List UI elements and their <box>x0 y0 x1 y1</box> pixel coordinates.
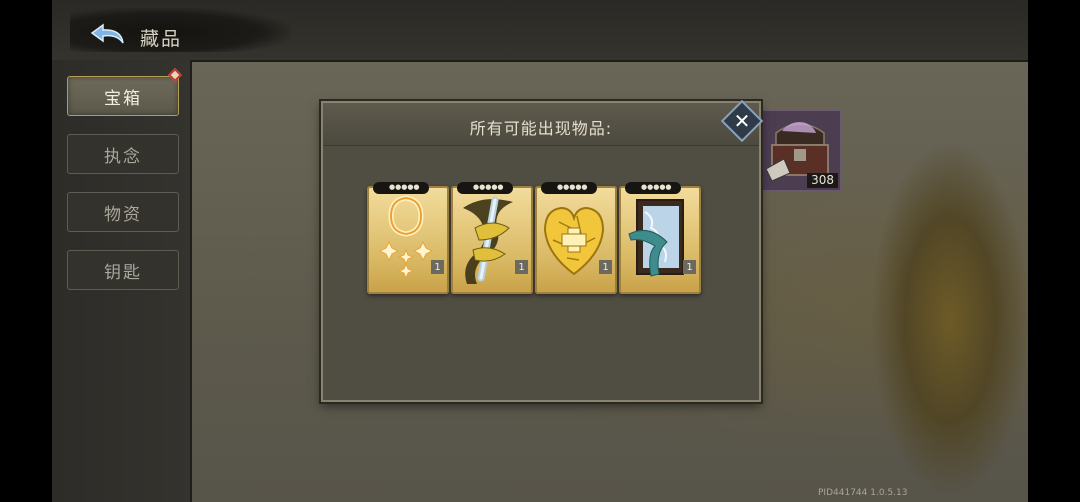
build-id-label: PID441744 1.0.5.13 <box>818 488 908 498</box>
back-arrow-icon <box>90 23 124 44</box>
sidebar-item-chests[interactable]: 宝箱 <box>67 76 179 116</box>
item-card[interactable]: ●●●●● 1 <box>535 182 617 294</box>
sidebar-item-supplies[interactable]: 物资 <box>67 192 179 232</box>
chest-count-badge: 308 <box>807 173 838 188</box>
item-count: 1 <box>683 260 696 274</box>
item-count: 1 <box>599 260 612 274</box>
page-title: 藏品 <box>140 28 183 50</box>
background-rock-art <box>870 140 1030 500</box>
item-card[interactable]: ●●●●● 1 <box>619 182 701 294</box>
item-card[interactable]: ●●●●● 1 <box>367 182 449 294</box>
item-card[interactable]: ●●●●● 1 <box>451 182 533 294</box>
item-count: 1 <box>431 260 444 274</box>
dialog-title: 所有可能出现物品: <box>469 119 613 138</box>
sidebar-item-keys[interactable]: 钥匙 <box>67 250 179 290</box>
sidebar-item-obsessions[interactable]: 执念 <box>67 134 179 174</box>
back-button[interactable] <box>86 18 132 52</box>
item-count: 1 <box>515 260 528 274</box>
chest-item-slot[interactable]: 308 <box>761 110 841 191</box>
